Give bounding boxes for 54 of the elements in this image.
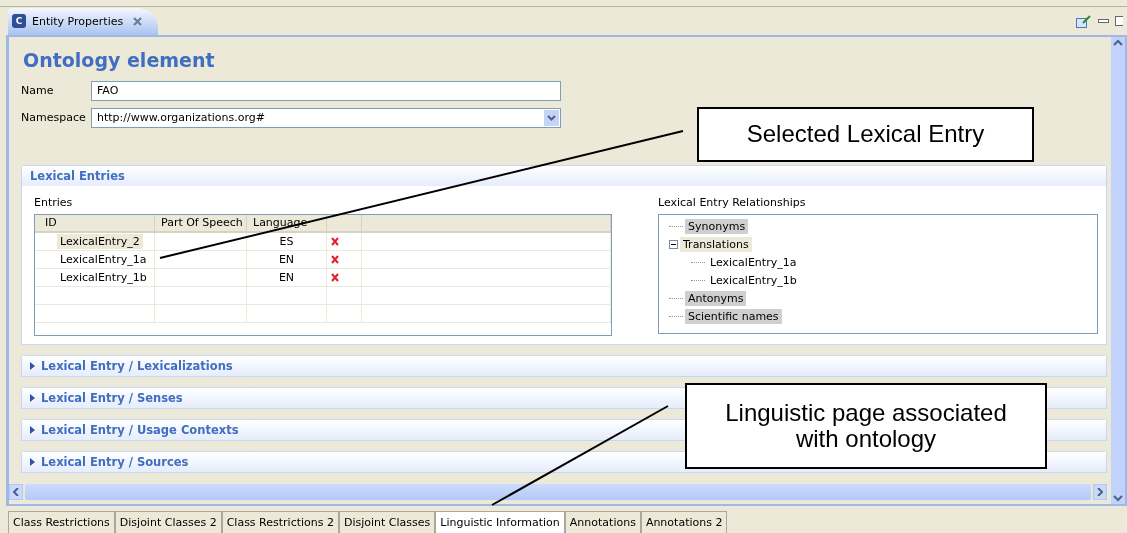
minimize-icon[interactable] [1098, 18, 1109, 23]
entries-label: Entries [34, 195, 74, 209]
name-field[interactable]: FAO [91, 80, 561, 101]
table-cell[interactable]: LexicalEntry_1a [57, 251, 150, 267]
tree-item[interactable]: Antonyms [685, 291, 747, 307]
namespace-dropdown[interactable]: http://www.organizations.org# [91, 107, 561, 128]
tree-item[interactable]: LexicalEntry_1b [707, 273, 800, 289]
view-tab[interactable]: C Entity Properties [8, 7, 158, 35]
tree-item[interactable]: Scientific names [685, 309, 782, 325]
pin-icon[interactable] [1076, 13, 1092, 28]
page-tab[interactable]: Annotations 2 [640, 511, 728, 533]
table-cell: ES [247, 232, 327, 251]
page-tab[interactable]: Class Restrictions [8, 511, 115, 533]
expand-arrow-icon [30, 361, 35, 370]
delete-icon[interactable] [331, 254, 339, 264]
expand-arrow-icon [30, 393, 35, 402]
column-header[interactable]: Part Of Speech [155, 214, 247, 233]
collapse-icon[interactable] [669, 240, 678, 250]
field-label: Namespace [21, 111, 87, 125]
tree-item[interactable]: LexicalEntry_1a [707, 255, 800, 271]
expand-arrow-icon [30, 425, 35, 434]
callout-box: Selected Lexical Entry [697, 107, 1034, 162]
view-tab-icon: C [12, 14, 26, 29]
section-header[interactable]: Lexical Entries [22, 165, 1106, 186]
page-tab[interactable]: Class Restrictions 2 [221, 511, 339, 533]
section-header[interactable]: Lexical Entry / Lexicalizations [22, 355, 1106, 376]
maximize-icon[interactable] [1115, 15, 1123, 26]
delete-icon[interactable] [331, 236, 339, 246]
scroll-right-button[interactable] [1093, 484, 1107, 501]
field-label: Name [21, 84, 55, 98]
tree-item[interactable]: Translations [680, 237, 752, 253]
callout-box: Linguistic page associated with ontology [685, 383, 1047, 469]
table-cell [327, 304, 362, 323]
page-tab[interactable]: Annotations [564, 511, 641, 533]
horizontal-scrollbar[interactable] [25, 484, 1091, 501]
table-cell[interactable]: LexicalEntry_1b [57, 269, 150, 285]
page-tab[interactable]: Linguistic Information [435, 511, 565, 533]
relationships-label: Lexical Entry Relationships [658, 195, 807, 209]
delete-icon[interactable] [331, 272, 339, 282]
column-header[interactable] [327, 214, 362, 233]
expand-arrow-icon [30, 457, 35, 466]
page-tab[interactable]: Disjoint Classes [339, 511, 436, 533]
tree-item[interactable]: Synonyms [685, 219, 749, 235]
column-header[interactable]: ID [35, 214, 155, 233]
view-tab-title: Entity Properties [32, 14, 124, 28]
column-header[interactable]: Language [247, 214, 327, 233]
close-icon[interactable] [133, 16, 143, 26]
table-cell: EN [247, 268, 327, 287]
page-tab[interactable]: Disjoint Classes 2 [114, 511, 222, 533]
table-cell: EN [247, 250, 327, 269]
table-cell[interactable]: LexicalEntry_2 [57, 233, 143, 249]
scroll-left-button[interactable] [9, 484, 23, 501]
page-heading: Ontology element [22, 48, 216, 73]
vertical-scrollbar[interactable] [1111, 36, 1125, 505]
